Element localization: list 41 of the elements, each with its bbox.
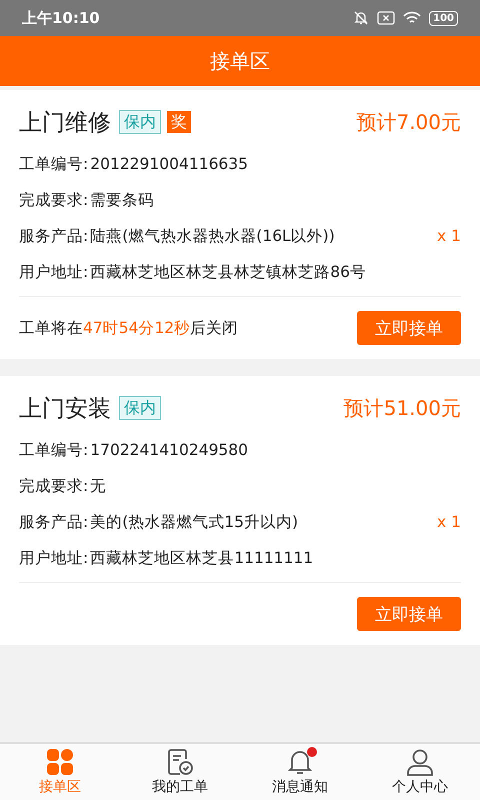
field-value: 西藏林芝地区林芝县11111111: [90, 548, 314, 568]
wifi-icon: [403, 11, 422, 25]
field-value: 需要条码: [90, 190, 154, 210]
bell-icon: [286, 748, 314, 776]
field-label: 工单编号:: [19, 154, 88, 174]
reward-tag: 奖: [167, 111, 191, 133]
order-title: 上门维修: [19, 108, 111, 138]
field-label: 服务产品:: [19, 226, 88, 246]
field-label: 完成要求:: [19, 190, 88, 210]
field-label: 用户地址:: [19, 548, 88, 568]
grid-icon: [46, 748, 74, 776]
person-icon: [406, 748, 434, 776]
order-title: 上门安装: [19, 394, 111, 424]
estimated-price: 预计7.00元: [356, 108, 461, 136]
tab-item[interactable]: 我的工单: [120, 744, 240, 800]
field-value: 西藏林芝地区林芝县林芝镇林芝路86号: [90, 262, 366, 282]
quantity: x 1: [437, 513, 461, 531]
sim-off-icon: [377, 11, 396, 25]
countdown-text: 后关闭: [190, 318, 238, 338]
document-check-icon: [166, 748, 194, 776]
warranty-tag: 保内: [119, 396, 161, 420]
warranty-tag: 保内: [119, 110, 161, 134]
tab-item[interactable]: 消息通知: [240, 744, 360, 800]
battery-indicator: 100: [429, 10, 458, 26]
field-value: 2012291004116635: [90, 155, 248, 173]
field-value: 陆燕(燃气热水器热水器(16L以外)): [90, 226, 335, 246]
field-value: 无: [90, 476, 106, 496]
countdown-time: 47时54分12秒: [83, 318, 190, 338]
bell-muted-icon: [353, 10, 370, 26]
field-label: 服务产品:: [19, 512, 88, 532]
countdown-text: 工单将在: [19, 318, 83, 338]
page-title: 接单区: [210, 48, 270, 74]
quantity: x 1: [437, 227, 461, 245]
field-label: 用户地址:: [19, 262, 88, 282]
field-label: 完成要求:: [19, 476, 88, 496]
tab-item[interactable]: 个人中心: [360, 744, 480, 800]
field-label: 工单编号:: [19, 440, 88, 460]
estimated-price: 预计51.00元: [344, 394, 461, 422]
field-value: 1702241410249580: [90, 441, 248, 459]
status-time: 上午10:10: [22, 8, 100, 28]
field-value: 美的(热水器燃气式15升以内): [90, 512, 298, 532]
